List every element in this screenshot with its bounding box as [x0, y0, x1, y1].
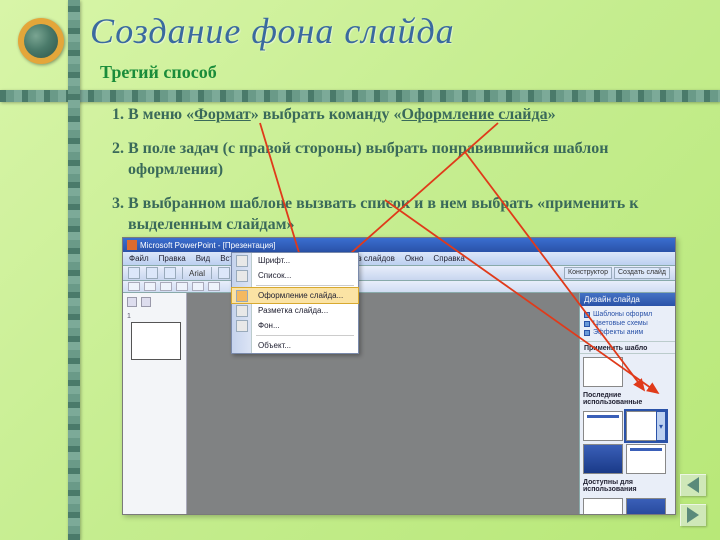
toolbar-icon[interactable] [144, 282, 156, 291]
pp-menubar: Файл Правка Вид Вставка Формат Сервис По… [123, 252, 675, 266]
tab-slides[interactable] [141, 297, 151, 307]
toolbar-icon[interactable] [164, 267, 176, 279]
triangle-left-icon [687, 477, 699, 493]
btn-newslide[interactable]: Создать слайд [614, 267, 670, 279]
menu-edit[interactable]: Правка [159, 254, 186, 263]
triangle-right-icon [687, 507, 699, 523]
menu-window[interactable]: Окно [405, 254, 424, 263]
toolbar-icon[interactable] [208, 282, 220, 291]
toolbar-icon[interactable] [128, 267, 140, 279]
pp-titlebar: Microsoft PowerPoint - [Презентация] [123, 238, 675, 252]
pp-taskpane: Дизайн слайда Шаблоны оформл Цветовые сх… [579, 293, 675, 514]
link-anim[interactable]: Эффекты аним [584, 329, 671, 336]
mi-design[interactable]: Оформление слайда... [232, 288, 358, 303]
pp-slidepanel: 1 [123, 293, 187, 514]
toolbar-icon[interactable] [192, 282, 204, 291]
taskpane-links: Шаблоны оформл Цветовые схемы Эффекты ан… [580, 306, 675, 342]
slide-number: 1 [127, 313, 131, 320]
mi-bgfill[interactable]: Фон... [232, 318, 358, 333]
template-item-hover[interactable]: ▾ [626, 411, 666, 441]
decor-stripe-left [68, 0, 80, 540]
toolbar-icon[interactable] [176, 282, 188, 291]
page-title: Создание фона слайда [90, 10, 455, 52]
nav-forward-button[interactable] [680, 504, 706, 526]
step-2: В поле задач (с правой стороны) выбрать … [128, 138, 660, 181]
template-item[interactable] [626, 498, 666, 514]
toolbar-icon[interactable] [218, 267, 230, 279]
format-dropdown: Шрифт... Список... Оформление слайда... … [231, 252, 359, 354]
instructions: В меню «Формат» выбрать команду «Оформле… [100, 104, 660, 248]
pp-toolbar1: Arial Конструктор Создать слайд [123, 266, 675, 281]
taskpane-title: Дизайн слайда [580, 293, 675, 306]
template-item[interactable] [583, 357, 623, 387]
slide-thumb[interactable] [131, 322, 181, 360]
toolbar-icon[interactable] [146, 267, 158, 279]
menu-view[interactable]: Вид [196, 254, 210, 263]
mi-list[interactable]: Список... [232, 268, 358, 283]
sec-recent: Последние использованные [583, 390, 672, 408]
link-colorschemes[interactable]: Цветовые схемы [584, 320, 671, 327]
powerpoint-screenshot: Microsoft PowerPoint - [Презентация] Фай… [122, 237, 676, 515]
nav-back-button[interactable] [680, 474, 706, 496]
step-1: В меню «Формат» выбрать команду «Оформле… [128, 104, 660, 126]
template-item[interactable] [626, 444, 666, 474]
step-3: В выбранном шаблоне вызвать список и в н… [128, 193, 660, 236]
sec-apply: Применить шабло [580, 342, 675, 353]
powerpoint-icon [127, 240, 137, 250]
mi-layout[interactable]: Разметка слайда... [232, 303, 358, 318]
link-templates[interactable]: Шаблоны оформл [584, 311, 671, 318]
decor-medallion [18, 18, 64, 64]
template-item[interactable] [583, 444, 623, 474]
toolbar-icon[interactable] [160, 282, 172, 291]
mi-object[interactable]: Объект... [232, 338, 358, 353]
menu-file[interactable]: Файл [129, 254, 149, 263]
tab-outline[interactable] [127, 297, 137, 307]
btn-design[interactable]: Конструктор [564, 267, 612, 279]
decor-stripe-top [0, 90, 720, 102]
fontbox[interactable]: Arial [189, 269, 205, 278]
page-subtitle: Третий способ [100, 62, 217, 83]
menu-help[interactable]: Справка [433, 254, 464, 263]
template-item[interactable] [583, 498, 623, 514]
chevron-down-icon[interactable]: ▾ [656, 411, 666, 441]
pp-toolbar2 [123, 281, 675, 293]
sec-available: Доступны для использования [583, 477, 672, 495]
template-item[interactable] [583, 411, 623, 441]
toolbar-icon[interactable] [128, 282, 140, 291]
mi-font[interactable]: Шрифт... [232, 253, 358, 268]
